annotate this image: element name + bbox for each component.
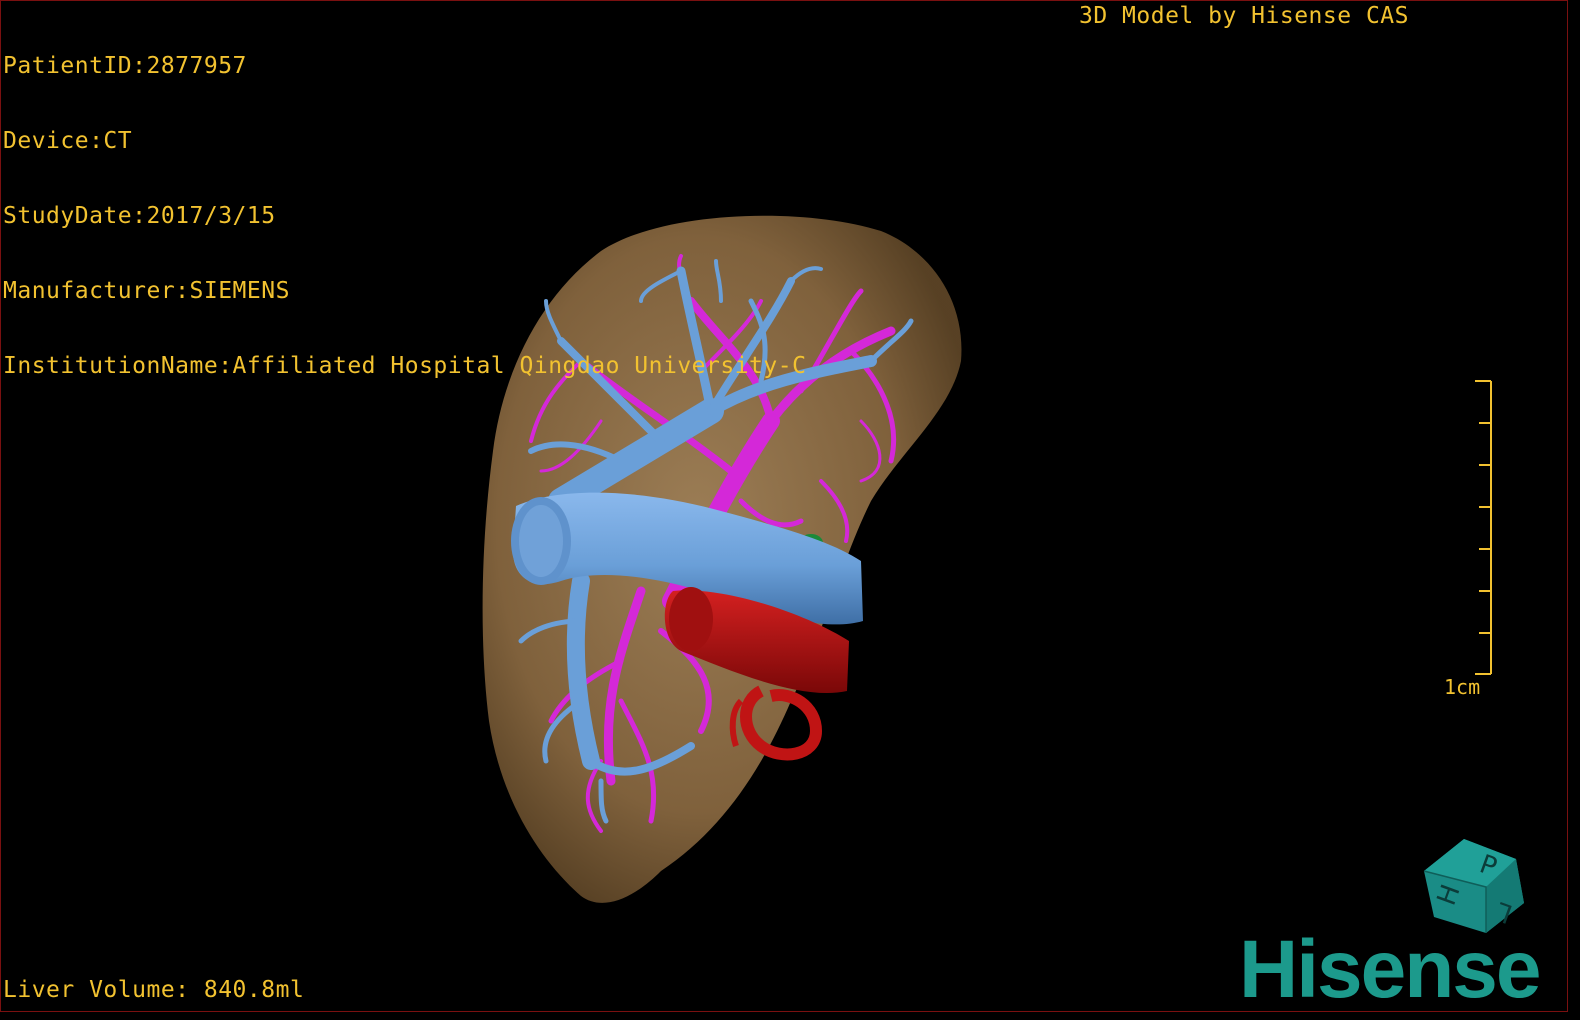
device: Device:CT [3, 128, 133, 154]
scale-bar [1475, 380, 1492, 675]
patient-id: PatientID:2877957 [3, 53, 247, 79]
institution-name: InstitutionName:Affiliated Hospital Qing… [3, 353, 807, 379]
liver-volume-readout: Liver Volume: 840.8ml [3, 977, 305, 1003]
model-credit: 3D Model by Hisense CAS [1079, 3, 1409, 29]
manufacturer: Manufacturer:SIEMENS [3, 278, 290, 304]
study-date: StudyDate:2017/3/15 [3, 203, 276, 229]
3d-viewport[interactable]: PatientID:2877957 Device:CT StudyDate:20… [0, 0, 1568, 1012]
patient-info-overlay: PatientID:2877957 Device:CT StudyDate:20… [3, 4, 806, 429]
scale-label: 1cm [1444, 675, 1481, 699]
hisense-logo: Hisense [1239, 924, 1542, 1012]
